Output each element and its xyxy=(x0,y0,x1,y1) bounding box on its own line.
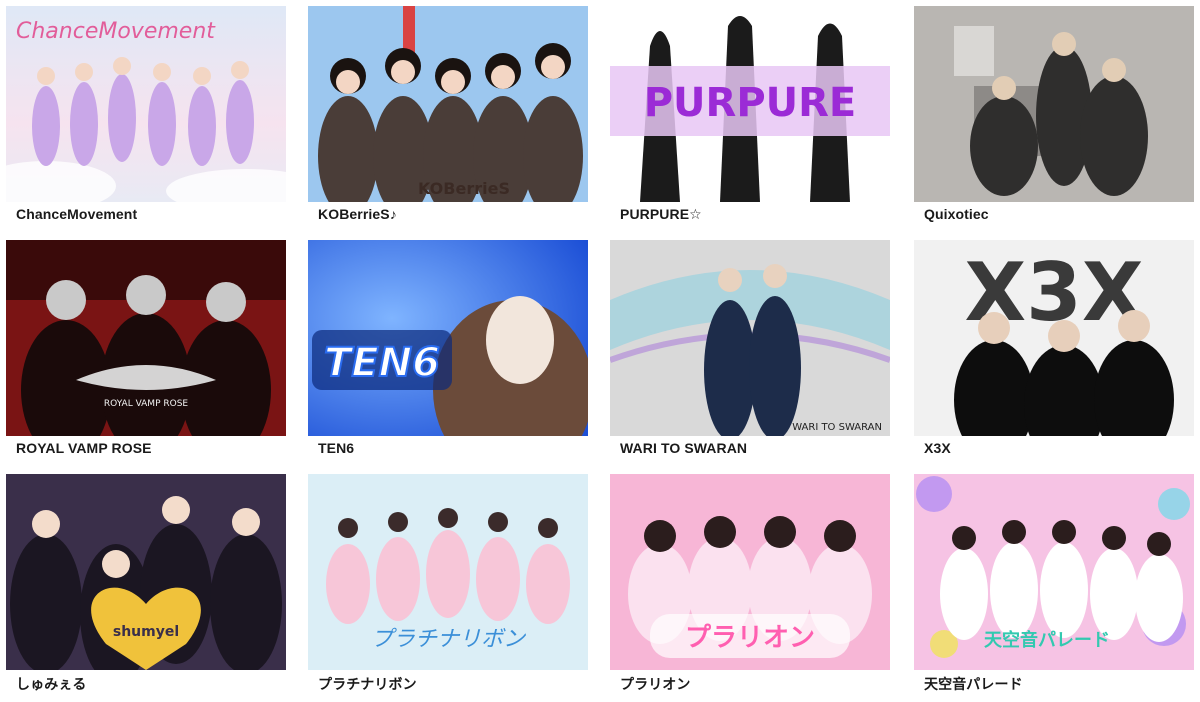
artist-card-ten6[interactable]: TEN6 TEN6 xyxy=(308,240,588,468)
group-photo-image: X3X xyxy=(914,240,1194,436)
artist-photo: shumyel xyxy=(6,474,286,670)
logo-text: TEN6 xyxy=(324,340,440,386)
artist-card-x3x[interactable]: X3X X3X xyxy=(914,240,1194,468)
group-photo-image: プラリオン xyxy=(610,474,890,670)
group-photo-image: プラチナリボン xyxy=(308,474,588,670)
artist-card-purpure[interactable]: PURPURE PURPURE☆ xyxy=(610,6,890,234)
artist-name: ROYAL VAMP ROSE xyxy=(16,440,152,456)
artist-photo xyxy=(914,6,1194,202)
artist-name: WARI TO SWARAN xyxy=(620,440,748,456)
artist-card-shumyel[interactable]: shumyel しゅみぇる xyxy=(6,474,286,702)
group-photo-image: shumyel xyxy=(6,474,286,670)
artist-photo: プラリオン xyxy=(610,474,890,670)
group-photo-image: TEN6 xyxy=(308,240,588,436)
group-photo-image: 天空音パレード xyxy=(914,474,1194,670)
group-photo-image: WARI TO SWARAN xyxy=(610,240,890,436)
logo-text: PURPURE xyxy=(644,80,857,126)
artist-card-platina-ribbon[interactable]: プラチナリボン プラチナリボン xyxy=(308,474,588,702)
logo-text: プラチナリボン xyxy=(371,627,527,652)
artist-photo: WARI TO SWARAN xyxy=(610,240,890,436)
artist-photo: TEN6 xyxy=(308,240,588,436)
artist-card-pralion[interactable]: プラリオン プラリオン xyxy=(610,474,890,702)
artist-card-chancemovement[interactable]: ChanceMovement ChanceMovement xyxy=(6,6,286,234)
logo-text: 天空音パレード xyxy=(984,629,1110,651)
artist-name: X3X xyxy=(924,440,951,456)
artist-card-royal-vamp-rose[interactable]: ROYAL VAMP ROSE ROYAL VAMP ROSE xyxy=(6,240,286,468)
logo-text: shumyel xyxy=(113,624,179,640)
artist-name: KOBerrieS♪ xyxy=(318,206,397,222)
logo-text: プラリオン xyxy=(685,623,815,653)
artist-photo: KOBerrieS xyxy=(308,6,588,202)
artist-card-koberries[interactable]: KOBerrieS KOBerrieS♪ xyxy=(308,6,588,234)
logo-text: KOBerrieS xyxy=(418,179,510,198)
artist-photo: X3X xyxy=(914,240,1194,436)
artist-name: ChanceMovement xyxy=(16,206,138,222)
group-photo-image: PURPURE xyxy=(610,6,890,202)
artist-name: Quixotiec xyxy=(924,206,989,222)
group-photo-image: ChanceMovement xyxy=(6,6,286,202)
artist-card-wari-to-swaran[interactable]: WARI TO SWARAN WARI TO SWARAN xyxy=(610,240,890,468)
artist-name: TEN6 xyxy=(318,440,355,456)
group-photo-image xyxy=(914,6,1194,202)
artist-photo: 天空音パレード xyxy=(914,474,1194,670)
artist-photo: PURPURE xyxy=(610,6,890,202)
logo-text: ROYAL VAMP ROSE xyxy=(104,399,189,409)
artist-card-quixotiec[interactable]: Quixotiec xyxy=(914,6,1194,234)
artist-name: しゅみぇる xyxy=(16,676,87,692)
artist-card-tenkuuon-parade[interactable]: 天空音パレード 天空音パレード xyxy=(914,474,1194,702)
artist-photo: プラチナリボン xyxy=(308,474,588,670)
artist-name: 天空音パレード xyxy=(924,676,1023,692)
group-photo-image: ROYAL VAMP ROSE xyxy=(6,240,286,436)
artist-name: プラチナリボン xyxy=(318,676,417,692)
artist-name: PURPURE☆ xyxy=(620,206,702,222)
logo-text: ChanceMovement xyxy=(16,19,216,44)
artist-photo: ChanceMovement xyxy=(6,6,286,202)
artist-photo: ROYAL VAMP ROSE xyxy=(6,240,286,436)
logo-text: WARI TO SWARAN xyxy=(792,422,882,433)
group-photo-image: KOBerrieS xyxy=(308,6,588,202)
artist-grid: ChanceMovement ChanceMovement KOBerrieS … xyxy=(0,0,1200,694)
artist-name: プラリオン xyxy=(620,676,691,692)
